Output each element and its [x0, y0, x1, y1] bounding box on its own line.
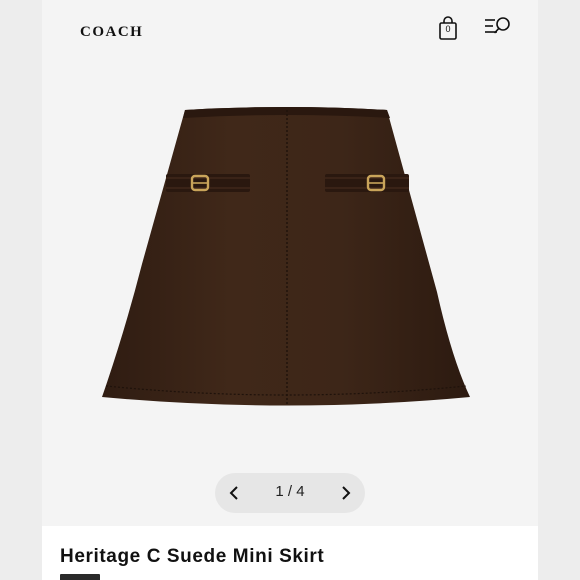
image-pager: 1 / 4 — [215, 473, 365, 513]
product-title: Heritage C Suede Mini Skirt — [60, 546, 325, 567]
menu-search-icon — [485, 17, 510, 34]
brand-logo[interactable]: COACH — [80, 24, 143, 41]
top-nav: COACH 0 — [42, 0, 538, 64]
product-image-skirt — [102, 107, 470, 406]
previous-image-button[interactable] — [223, 481, 247, 505]
product-info-panel: Heritage C Suede Mini Skirt — [42, 526, 538, 580]
menu-search-button[interactable] — [484, 15, 512, 39]
page: COACH 0 1 / 4 Heritage C Suede Mini Skir… — [0, 0, 580, 580]
next-image-button[interactable] — [333, 481, 357, 505]
product-image-gallery[interactable]: 1 / 4 — [42, 64, 538, 526]
chevron-left-icon — [229, 486, 238, 500]
shopping-bag-button[interactable]: 0 — [436, 15, 460, 41]
bag-count-badge: 0 — [445, 24, 451, 34]
chevron-right-icon — [342, 486, 351, 500]
pager-counter: 1 / 4 — [275, 483, 305, 500]
app-screen: COACH 0 1 / 4 Heritage C Suede Mini Skir… — [42, 0, 538, 580]
cropped-size-chip[interactable] — [60, 574, 100, 580]
